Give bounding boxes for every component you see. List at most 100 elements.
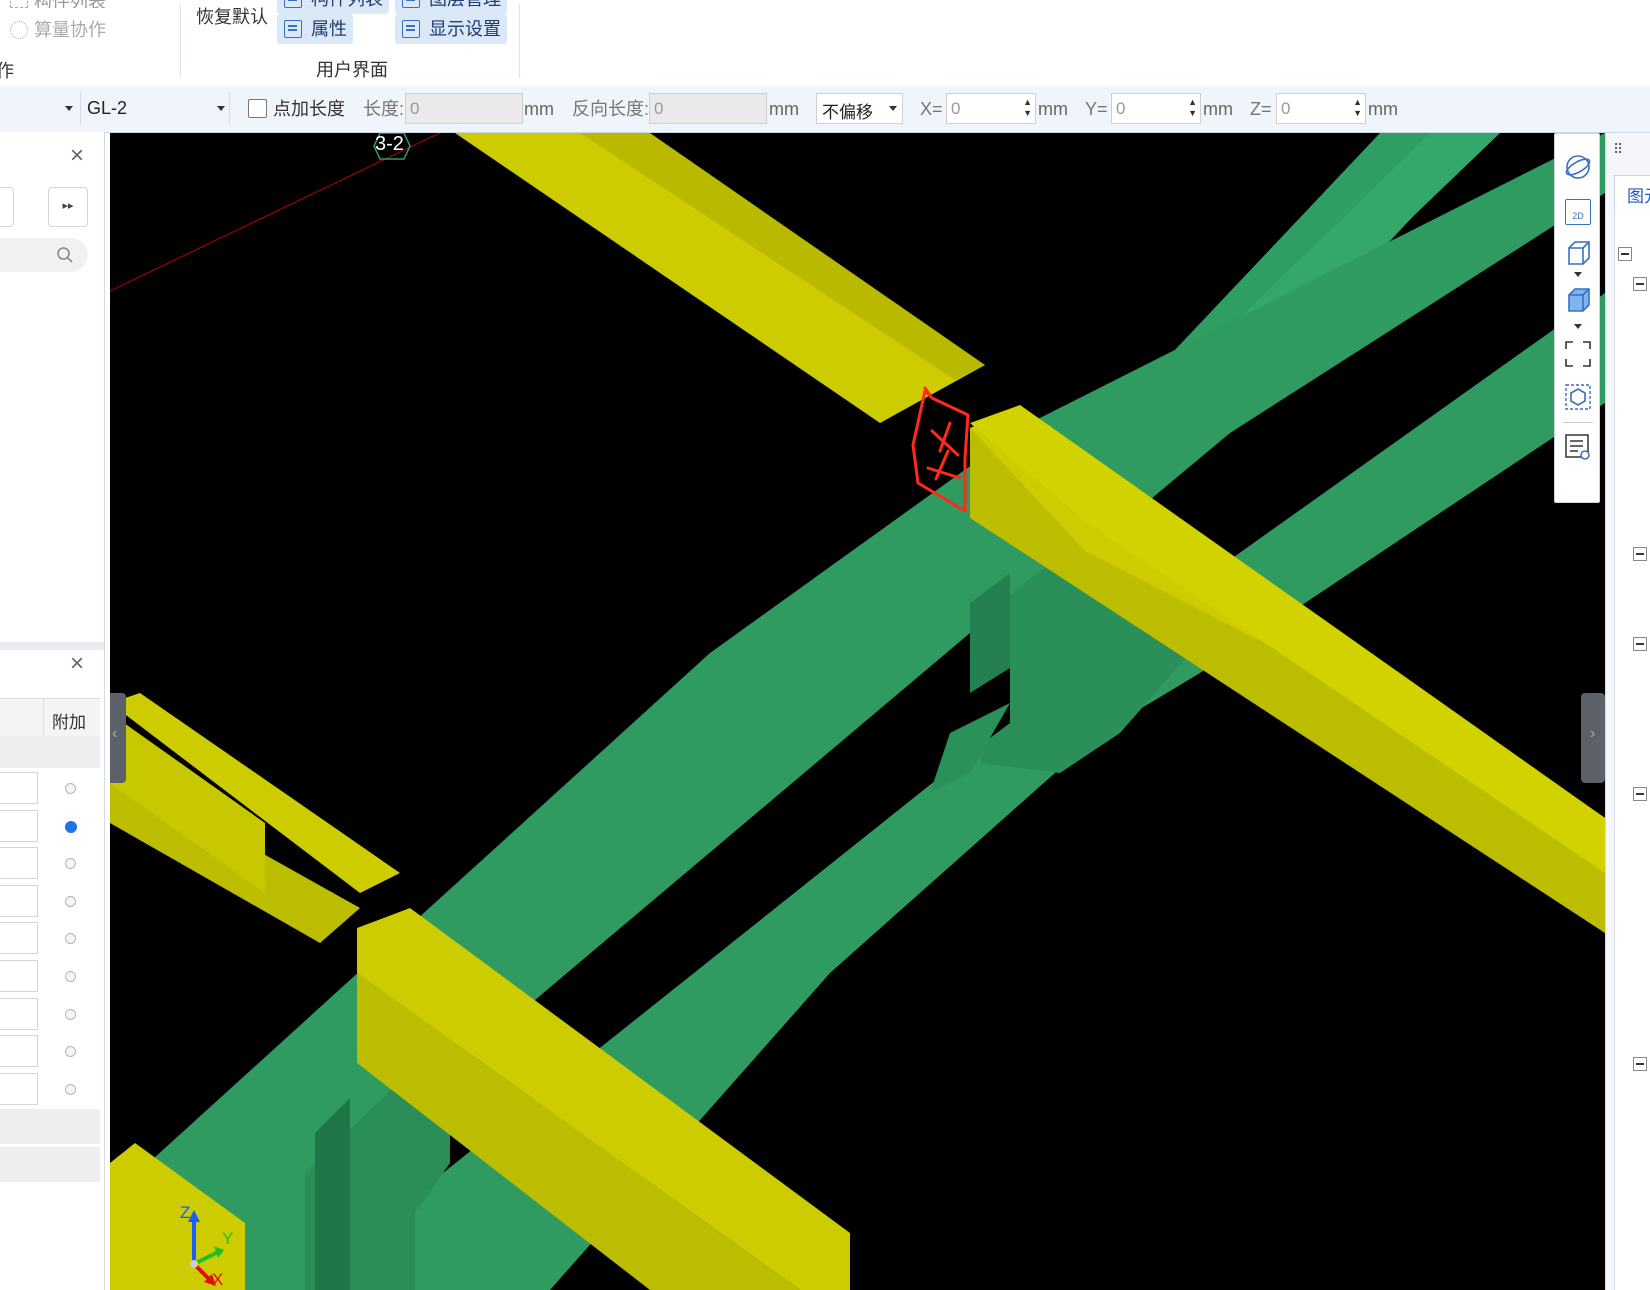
chevron-down-icon[interactable] (1574, 324, 1582, 329)
axis-label-z: Z (180, 1203, 191, 1222)
ribbon: 构件列表 算量协作 作 恢复默认 构件列表 图层管理 属性 显示设置 用户界面 (0, 0, 1650, 87)
chevron-down-icon[interactable] (65, 106, 73, 111)
chevron-left-icon: ‹ (112, 725, 118, 742)
ribbon-divider (180, 4, 181, 78)
restore-default-button[interactable]: 恢复默认 (196, 3, 268, 29)
collapse-icon[interactable] (1618, 247, 1632, 261)
add-length-label: 点加长度 (273, 99, 345, 119)
view-2d-label: 2D (1572, 211, 1584, 221)
collapse-icon[interactable] (1633, 1057, 1647, 1071)
component-list-icon (10, 0, 28, 8)
view-toolbar: 2D (1554, 133, 1600, 503)
layer-manage-button[interactable]: 图层管理 (395, 0, 507, 14)
offset-select[interactable]: 不偏移 (816, 93, 903, 124)
ribbon-item-component-list[interactable]: 构件列表 (10, 0, 106, 8)
column-header-extra: 附加 (52, 713, 86, 732)
right-panel: ⠿ 图元 (1605, 133, 1650, 1290)
property-value-input[interactable] (0, 960, 38, 992)
spinner-icon[interactable]: ▲ ▼ (1188, 97, 1197, 119)
z-unit: mm (1368, 99, 1398, 119)
ribbon-item-collaboration[interactable]: 算量协作 (10, 17, 106, 43)
radio-button[interactable] (65, 858, 76, 869)
cube-wire-icon[interactable] (1565, 240, 1591, 266)
radio-button[interactable] (65, 1046, 76, 1057)
display-settings-button[interactable]: 显示设置 (395, 14, 507, 44)
chevron-down-icon (217, 106, 225, 111)
property-value-input[interactable] (0, 772, 38, 804)
layer-icon (402, 0, 420, 8)
chevron-down-icon (889, 106, 897, 111)
display-settings-icon[interactable] (1565, 434, 1591, 460)
drag-handle-icon[interactable]: ⠿ (1613, 141, 1624, 158)
table-header: 附加 (0, 698, 100, 738)
radio-button[interactable] (65, 1009, 76, 1020)
y-unit: mm (1203, 99, 1233, 119)
property-value-input[interactable] (0, 847, 38, 879)
left-panel: × ▸▸ × 附加 (0, 132, 105, 1290)
length-label: 长度: (363, 99, 405, 119)
panel-filter-box[interactable] (0, 187, 14, 227)
collaboration-icon (10, 21, 28, 39)
collapse-icon[interactable] (1633, 787, 1647, 801)
expand-button[interactable]: ▸▸ (48, 187, 88, 227)
orbit-icon[interactable] (1565, 154, 1591, 180)
table-group-row (0, 736, 100, 768)
y-value: 0 (1116, 99, 1126, 118)
property-value-input[interactable] (0, 810, 38, 842)
display-settings-icon (402, 20, 420, 38)
property-value-input[interactable] (0, 1073, 38, 1105)
z-input[interactable]: 0 ▲ ▼ (1276, 93, 1366, 124)
3d-scene[interactable] (110, 133, 1605, 1290)
length-unit: mm (524, 99, 554, 119)
left-collapse-tab[interactable]: ‹ (110, 693, 126, 783)
property-value-input[interactable] (0, 998, 38, 1030)
right-collapse-tab[interactable]: › (1581, 693, 1605, 783)
reverse-length-label: 反向长度: (572, 99, 650, 119)
radio-button[interactable] (65, 933, 76, 944)
search-input[interactable] (0, 238, 88, 272)
x-label: X= (920, 99, 943, 119)
spinner-icon[interactable]: ▲ ▼ (1023, 97, 1032, 119)
component-select[interactable]: GL-2 (80, 92, 230, 125)
list-icon (284, 0, 302, 8)
chevron-down-icon[interactable] (1574, 272, 1582, 277)
ribbon-group-label-ui: 用户界面 (316, 60, 388, 80)
property-value-input[interactable] (0, 885, 38, 917)
axis-label-x: X (212, 1270, 224, 1289)
cube-solid-icon[interactable] (1565, 287, 1591, 313)
properties-icon (284, 20, 302, 38)
radio-button[interactable] (65, 1084, 76, 1095)
z-label: Z= (1250, 99, 1272, 119)
ribbon-divider (519, 4, 520, 78)
close-icon[interactable]: × (70, 144, 84, 168)
length-input[interactable]: 0 (405, 93, 523, 124)
y-input[interactable]: 0 ▲ ▼ (1111, 93, 1201, 124)
3d-viewport[interactable]: 3-2 ‹ › Z Y X (110, 133, 1605, 1290)
tab-elements[interactable]: 图元 (1614, 175, 1650, 212)
z-value: 0 (1281, 99, 1291, 118)
radio-button[interactable] (65, 896, 76, 907)
property-value-input[interactable] (0, 922, 38, 954)
properties-button[interactable]: 属性 (277, 14, 353, 44)
component-list-button[interactable]: 构件列表 (277, 0, 389, 14)
view-2d-icon[interactable]: 2D (1565, 199, 1591, 225)
radio-button[interactable] (65, 821, 77, 833)
x-input[interactable]: 0 ▲ ▼ (946, 93, 1036, 124)
add-length-checkbox[interactable] (248, 99, 267, 118)
fast-forward-icon: ▸▸ (62, 200, 74, 212)
collapse-icon[interactable] (1633, 277, 1647, 291)
spinner-icon[interactable]: ▲ ▼ (1353, 97, 1362, 119)
zoom-extent-icon[interactable] (1565, 341, 1591, 367)
radio-button[interactable] (65, 971, 76, 982)
axis-marker: 3-2 (372, 133, 412, 161)
x-value: 0 (951, 99, 961, 118)
ribbon-group-label-left: 作 (0, 61, 14, 81)
property-value-input[interactable] (0, 1035, 38, 1067)
collapse-icon[interactable] (1633, 637, 1647, 651)
reverse-length-input[interactable]: 0 (649, 93, 767, 124)
collapse-icon[interactable] (1633, 547, 1647, 561)
close-icon[interactable]: × (70, 652, 84, 676)
radio-button[interactable] (65, 783, 76, 794)
search-icon[interactable] (56, 246, 74, 264)
box-select-icon[interactable] (1565, 384, 1591, 410)
